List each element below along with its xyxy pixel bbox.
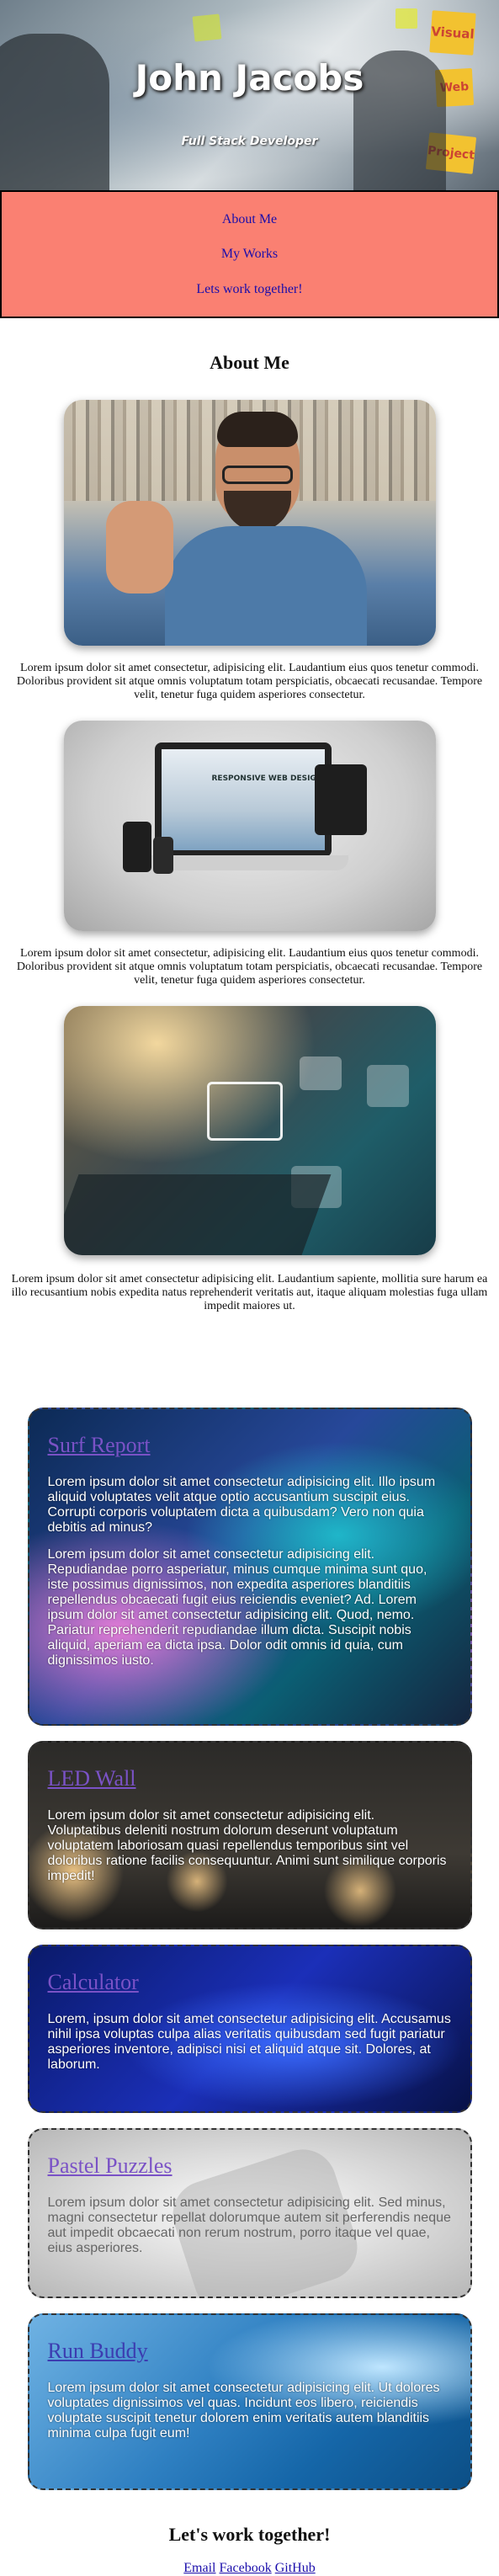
devices-photo: RESPONSIVE WEB DESIGN (63, 721, 436, 931)
work-description: Lorem ipsum dolor sit amet consectetur a… (47, 1547, 427, 1668)
about-caption: Lorem ipsum dolor sit amet consectetur, … (16, 947, 483, 987)
work-description: Lorem ipsum dolor sit amet consectetur a… (47, 1475, 436, 1535)
glasses (221, 466, 293, 484)
book-icon (206, 1082, 283, 1141)
work-card-pastel-puzzles[interactable]: Pastel Puzzles Lorem ipsum dolor sit ame… (27, 2128, 472, 2298)
main-nav: About Me My Works Lets work together! (0, 190, 499, 318)
works-section: Surf Report Lorem ipsum dolor sit amet c… (0, 1374, 499, 2490)
hero-header: Visual Web Project John Jacobs Full Stac… (0, 0, 499, 190)
work-link-led-wall[interactable]: LED Wall (48, 1766, 136, 1791)
sticky-note-label: Visual (430, 24, 475, 42)
work-description: Lorem ipsum dolor sit amet consectetur a… (47, 1808, 447, 1883)
hair (216, 412, 298, 447)
work-title: Calculator (48, 1970, 452, 1995)
laptop-keyboard (63, 1174, 331, 1255)
work-card-led-wall[interactable]: LED Wall Lorem ipsum dolor sit amet cons… (27, 1741, 472, 1929)
work-card-calculator[interactable]: Calculator Lorem, ipsum dolor sit amet c… (27, 1945, 472, 2113)
work-link-pastel-puzzles[interactable]: Pastel Puzzles (48, 2153, 173, 2178)
work-title: Pastel Puzzles (48, 2153, 452, 2179)
music-icon (366, 1065, 409, 1107)
work-title: Run Buddy (48, 2339, 452, 2364)
sticky-note (395, 8, 417, 29)
about-caption: Lorem ipsum dolor sit amet consectetur a… (11, 1273, 488, 1312)
waving-hand (105, 501, 173, 593)
about-caption: Lorem ipsum dolor sit amet consectetur, … (16, 662, 483, 701)
work-card-surf-report[interactable]: Surf Report Lorem ipsum dolor sit amet c… (27, 1408, 472, 1726)
beard (223, 491, 291, 531)
facebook-link[interactable]: Facebook (220, 2561, 272, 2575)
contact-title: Let's work together! (168, 2524, 331, 2545)
work-description: Lorem ipsum dolor sit amet consectetur a… (47, 2195, 451, 2255)
elearning-photo (63, 1006, 436, 1255)
profile-photo (63, 400, 436, 646)
work-link-calculator[interactable]: Calculator (48, 1970, 139, 1994)
email-link[interactable]: Email (183, 2561, 215, 2575)
nav-link-contact[interactable]: Lets work together! (196, 282, 302, 297)
sticky-note (192, 13, 222, 42)
work-card-run-buddy[interactable]: Run Buddy Lorem ipsum dolor sit amet con… (27, 2313, 472, 2490)
about-title: About Me (210, 352, 289, 373)
nav-link-works[interactable]: My Works (221, 247, 278, 262)
shirt (164, 526, 367, 646)
work-link-surf-report[interactable]: Surf Report (48, 1433, 151, 1457)
sticky-note: Visual (429, 10, 476, 56)
work-title: LED Wall (48, 1766, 452, 1791)
work-title: Surf Report (48, 1433, 452, 1458)
work-description: Lorem ipsum dolor sit amet consectetur a… (47, 2381, 440, 2440)
nav-link-about[interactable]: About Me (222, 212, 277, 227)
phone-small (152, 837, 173, 874)
site-subtitle: Full Stack Developer (181, 135, 318, 148)
contact-links: Email Facebook GitHub (0, 2561, 499, 2576)
phone-left (122, 822, 151, 872)
work-link-run-buddy[interactable]: Run Buddy (48, 2339, 148, 2363)
laptop-screen-text: RESPONSIVE WEB DESIGN (161, 749, 325, 850)
contact-section: Let's work together! Email Facebook GitH… (0, 2505, 499, 2576)
site-title: John Jacobs (135, 57, 364, 98)
laptop-screen: RESPONSIVE WEB DESIGN (154, 742, 332, 857)
about-section: About Me Lorem ipsum dolor sit amet cons… (0, 318, 499, 1374)
graduation-icon (299, 1056, 342, 1090)
tablet (314, 764, 367, 835)
work-description: Lorem, ipsum dolor sit amet consectetur … (47, 2012, 451, 2072)
github-link[interactable]: GitHub (275, 2561, 316, 2575)
